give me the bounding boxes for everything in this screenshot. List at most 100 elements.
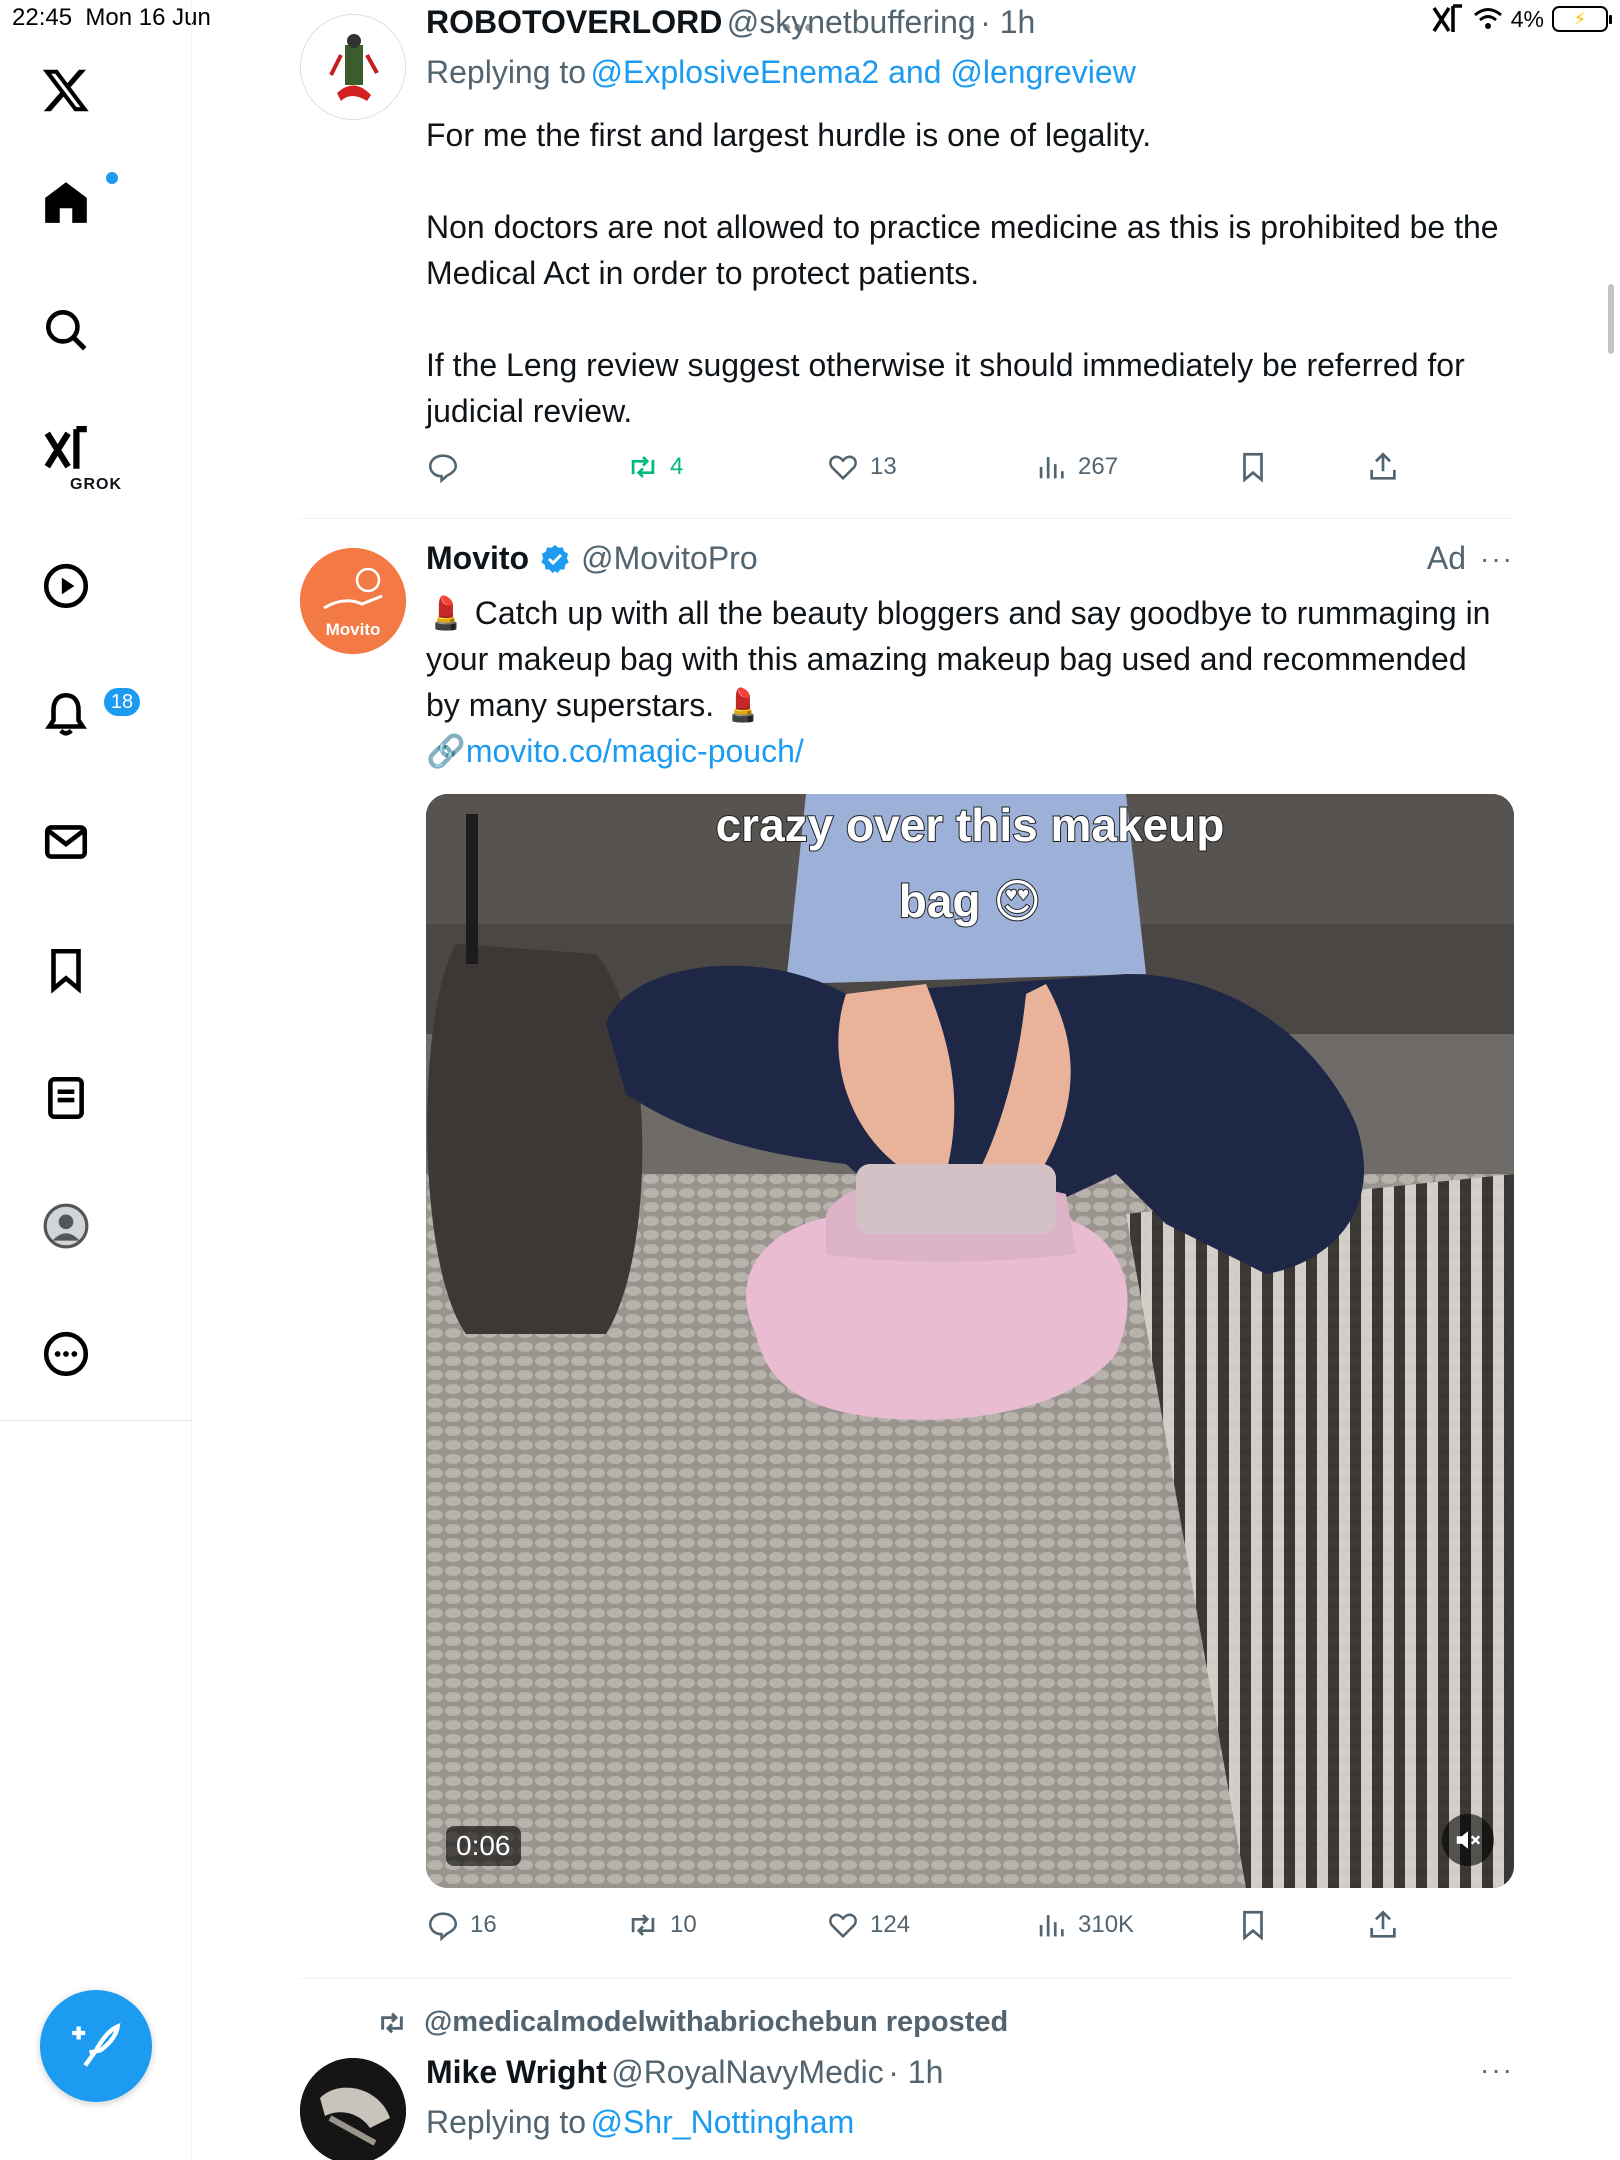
nav-video[interactable] — [16, 536, 116, 636]
mute-button[interactable] — [1442, 1814, 1494, 1866]
replying-to-links[interactable]: @Shr_Nottingham — [591, 2104, 855, 2140]
share-icon — [1370, 1910, 1396, 1938]
grok-label: GROK — [70, 476, 122, 493]
reposted-by[interactable]: @medicalmodelwithabriochebun reposted — [424, 2006, 1008, 2039]
like-icon — [829, 455, 857, 481]
nav-search[interactable] — [16, 280, 116, 380]
tweet-body: For me the first and largest hurdle is o… — [426, 112, 1506, 434]
x-logo-icon — [42, 69, 89, 112]
avatar-label: Movito — [325, 620, 381, 639]
avatar-robotoverlord[interactable] — [300, 14, 406, 120]
profile-icon — [43, 1203, 89, 1249]
replying-to-links[interactable]: @ExplosiveEnema2 and @lengreview — [591, 54, 1136, 90]
share-button[interactable] — [1366, 450, 1400, 484]
tweet-paragraph: If the Leng review suggest otherwise it … — [426, 347, 1465, 429]
reply-button[interactable]: 16 — [426, 1908, 497, 1942]
author-handle[interactable]: @RoyalNavyMedic — [611, 2054, 884, 2090]
author-name[interactable]: ROBOTOVERLORD — [426, 4, 722, 40]
repost-button[interactable]: 10 — [626, 1908, 697, 1942]
tweet-time[interactable]: · 1h — [888, 2054, 943, 2090]
nav-messages[interactable] — [16, 792, 116, 892]
view-count: 267 — [1078, 453, 1119, 480]
reply-count: 16 — [470, 1911, 497, 1938]
replying-to: Replying to @Shr_Nottingham — [426, 2104, 854, 2141]
battery-percent: 4% — [1510, 5, 1544, 32]
more-options-icon[interactable]: ··· — [1480, 2054, 1514, 2086]
views-button[interactable]: 310K — [1034, 1908, 1134, 1942]
ad-link[interactable]: movito.co/magic-pouch/ — [466, 733, 804, 769]
like-count: 124 — [870, 1911, 911, 1938]
lipstick-icon: 💄 — [426, 595, 466, 631]
video-caption-line2: bag 😍 — [898, 874, 1043, 928]
tweet-paragraph: Non doctors are not allowed to practice … — [426, 209, 1499, 291]
tweet-actions: 16 10 124 310K — [426, 1908, 1514, 1948]
nav-notifications[interactable] — [16, 664, 116, 764]
video-icon — [43, 563, 89, 609]
bell-icon — [45, 692, 87, 736]
nav-bookmarks[interactable] — [16, 920, 116, 1020]
nav-profile[interactable] — [16, 1176, 116, 1276]
repost-count: 4 — [670, 453, 684, 480]
lists-icon — [48, 1076, 84, 1120]
ad-label: Ad — [1426, 540, 1467, 576]
reply-button[interactable] — [426, 450, 470, 484]
author-name[interactable]: Mike Wright — [426, 2054, 607, 2090]
nav-more[interactable] — [16, 1304, 116, 1404]
views-icon — [1039, 457, 1064, 479]
share-icon — [1370, 452, 1396, 480]
mail-icon — [44, 825, 88, 859]
author-name[interactable]: Movito — [426, 540, 529, 577]
views-button[interactable]: 267 — [1034, 450, 1118, 484]
compose-icon — [72, 2023, 121, 2067]
reply-icon — [428, 1912, 458, 1942]
scrollbar[interactable] — [1608, 284, 1614, 354]
nav-lists[interactable] — [16, 1048, 116, 1148]
avatar-mike-wright[interactable] — [300, 2058, 406, 2160]
repost-count: 10 — [670, 1911, 697, 1938]
avatar-image — [300, 2058, 406, 2160]
bookmark-icon — [1243, 452, 1263, 483]
tweet-actions: 4 13 267 — [426, 450, 1514, 490]
ad-text: 💄 Catch up with all the beauty bloggers … — [426, 590, 1506, 728]
mute-icon — [1456, 1831, 1481, 1849]
repost-context: @medicalmodelwithabriochebun reposted — [376, 2006, 1008, 2039]
x-logo-button[interactable] — [16, 40, 116, 140]
home-unread-dot — [106, 172, 118, 184]
grok-status-icon — [1432, 4, 1462, 32]
compose-button[interactable] — [40, 1990, 152, 2102]
repost-icon — [631, 1914, 655, 1936]
reply-icon — [428, 454, 458, 484]
tweet-body: 💄 Catch up with all the beauty bloggers … — [426, 590, 1506, 774]
link-icon: 🔗 — [426, 733, 466, 769]
views-icon — [1039, 1915, 1064, 1937]
bookmark-button[interactable] — [1236, 1908, 1270, 1942]
author-handle[interactable]: @skynetbuffering — [727, 4, 976, 40]
nav-divider — [0, 1420, 192, 1421]
repost-icon — [631, 456, 655, 478]
repost-button[interactable]: 4 — [626, 450, 683, 484]
tweet-time[interactable]: · 1h — [980, 4, 1035, 40]
like-count: 13 — [870, 453, 897, 480]
search-icon — [46, 310, 87, 351]
video-player[interactable]: crazy over this makeup bag 😍 0:06 — [426, 794, 1514, 1888]
lipstick-icon: 💄 — [723, 687, 763, 723]
author-handle[interactable]: @MovitoPro — [581, 540, 758, 577]
view-count: 310K — [1078, 1911, 1135, 1938]
like-button[interactable]: 13 — [826, 450, 897, 484]
video-caption-line1: crazy over this makeup — [715, 798, 1226, 852]
like-icon — [829, 1913, 857, 1939]
avatar-movito[interactable]: Movito — [300, 548, 406, 654]
ad-copy: Catch up with all the beauty bloggers an… — [426, 595, 1491, 723]
like-button[interactable]: 124 — [826, 1908, 910, 1942]
verified-badge-icon — [541, 544, 569, 573]
ad-meta: Ad ··· — [1427, 540, 1514, 577]
share-button[interactable] — [1366, 1908, 1400, 1942]
bookmark-button[interactable] — [1236, 450, 1270, 484]
video-frame — [426, 794, 1514, 1888]
more-options-icon[interactable]: ··· — [1480, 543, 1514, 575]
replying-prefix: Replying to — [426, 54, 587, 90]
ad-link-line: 🔗movito.co/magic-pouch/ — [426, 728, 1506, 774]
more-icon — [43, 1331, 89, 1377]
bookmark-icon — [51, 948, 81, 994]
nav-home[interactable] — [16, 152, 116, 252]
